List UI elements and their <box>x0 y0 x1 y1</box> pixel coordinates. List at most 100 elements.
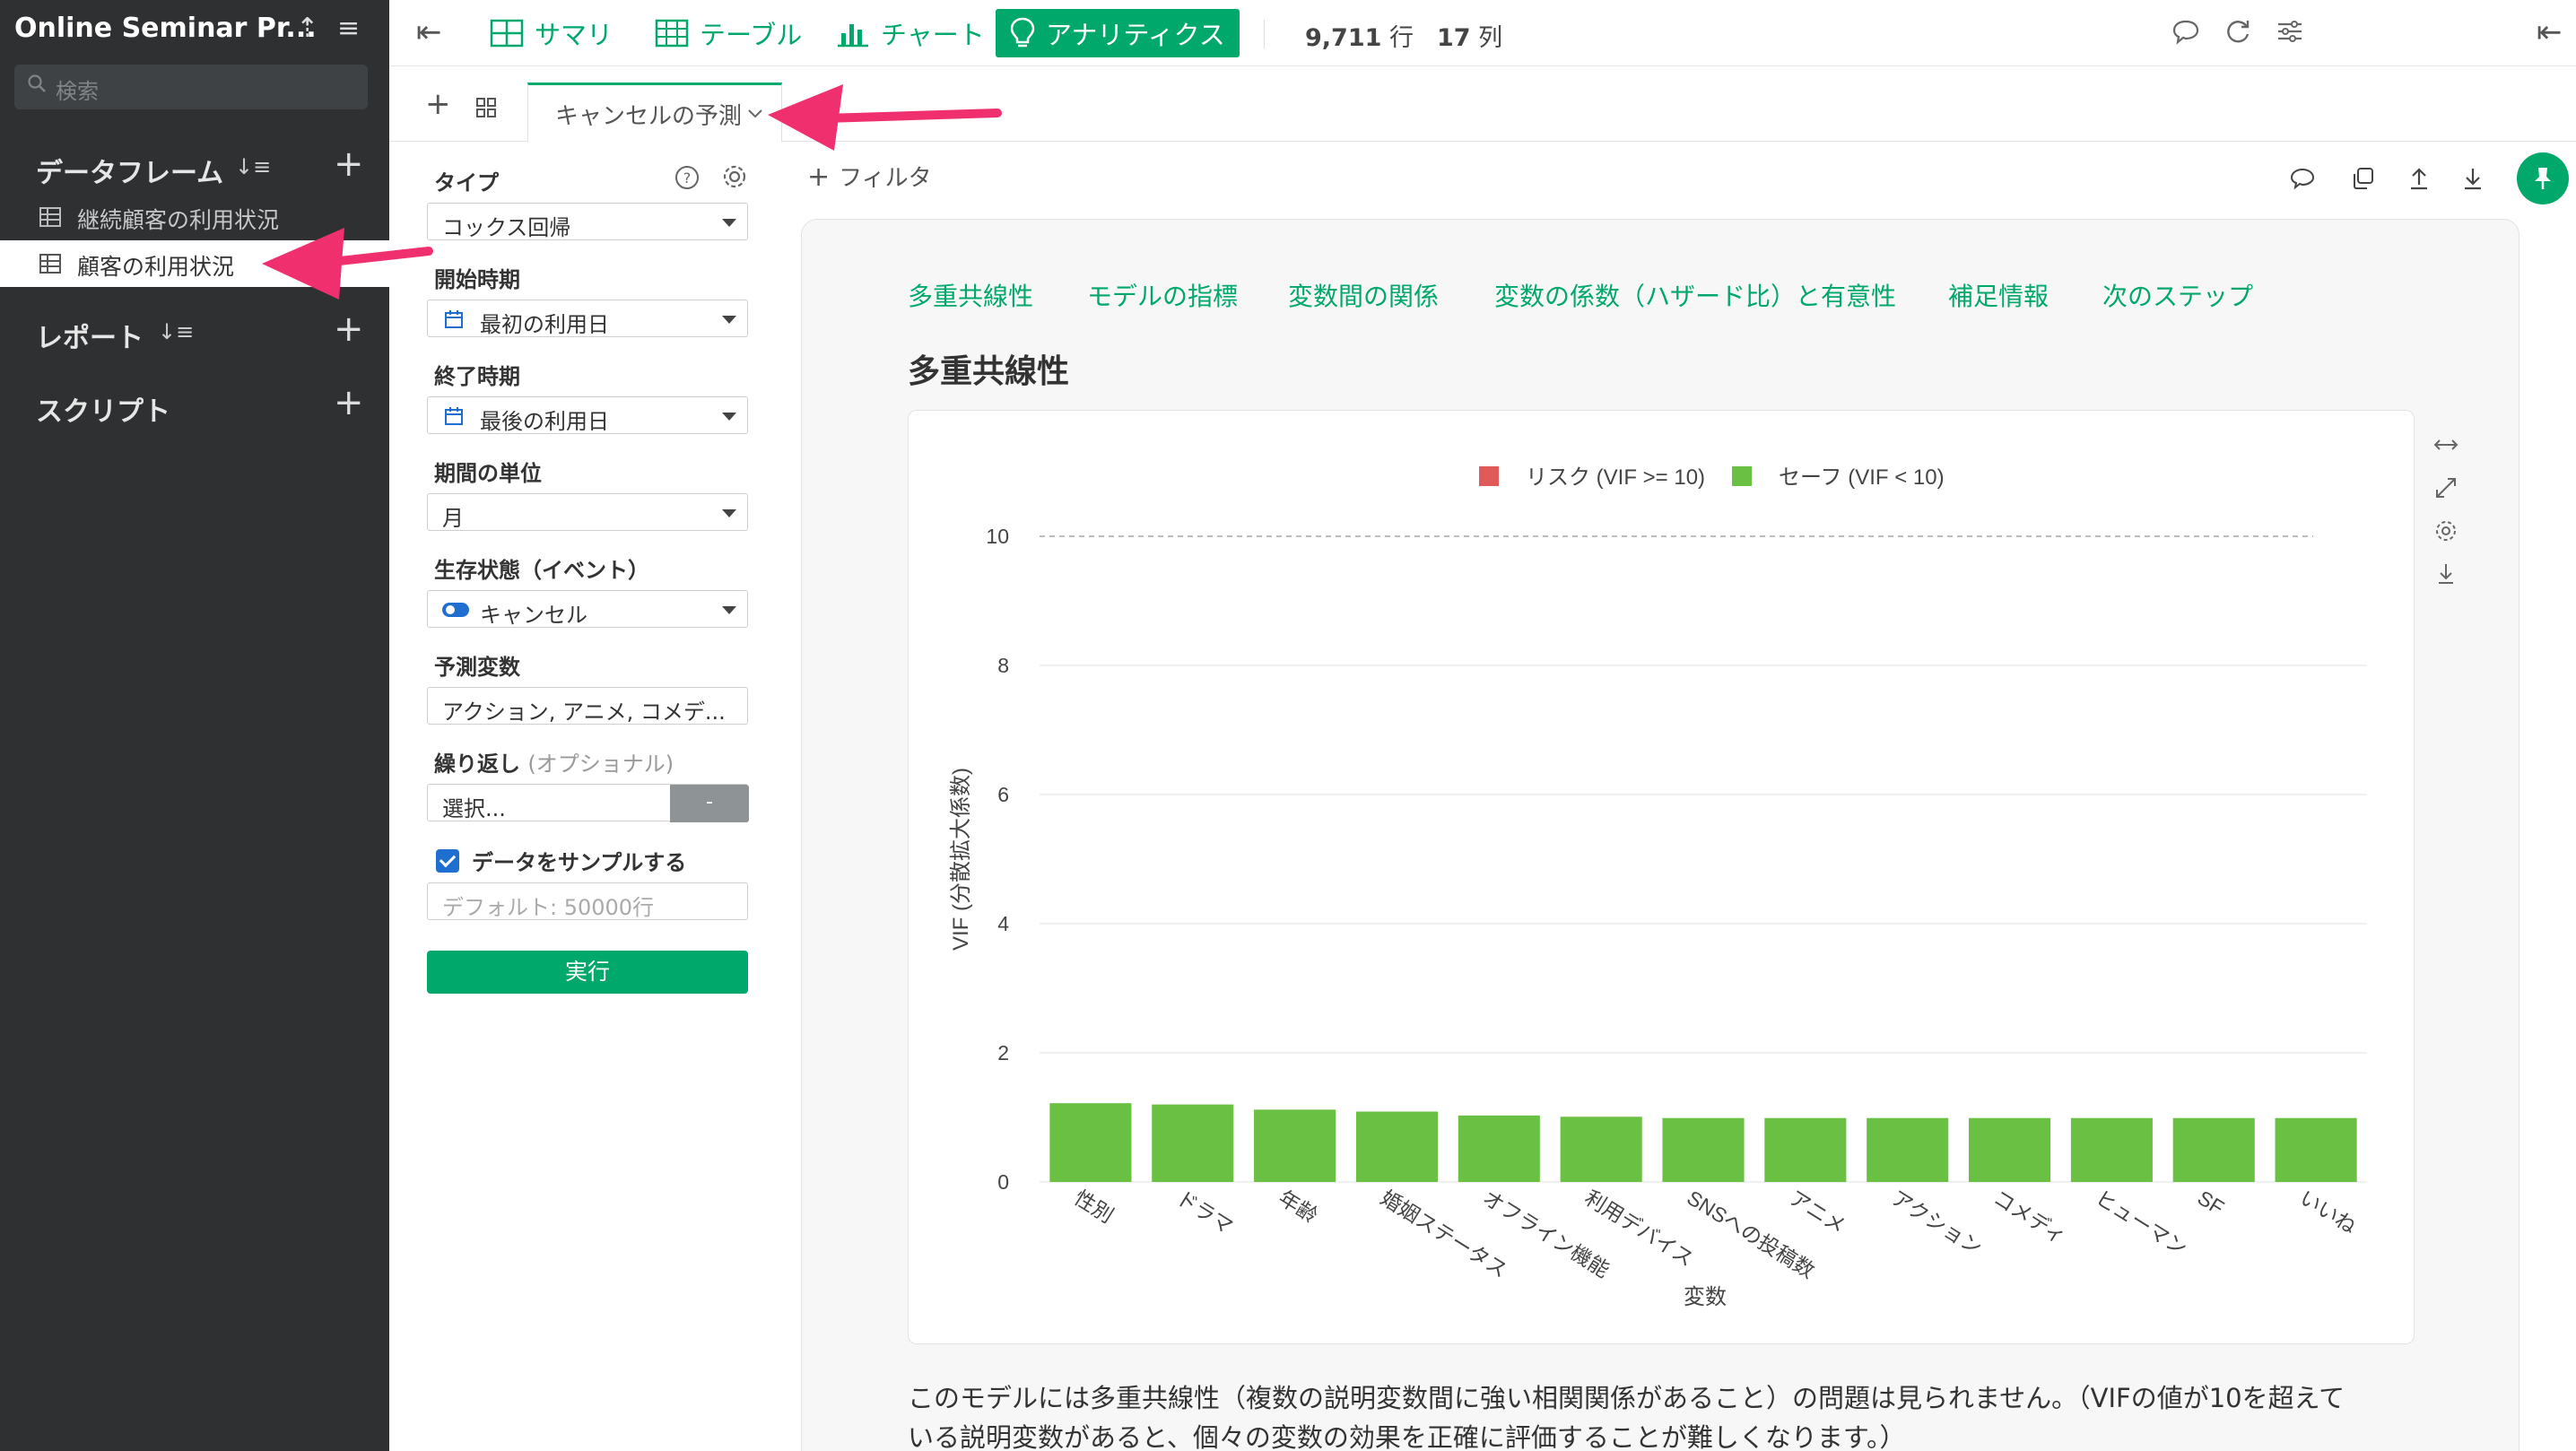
repeat-label: 繰り返し (オプショナル) <box>434 746 674 778</box>
legend-label: セーフ (VIF < 10) <box>1779 465 1945 490</box>
app-window: Online Seminar Pr... ⇡ ≡ 検索 データフレーム ↓≡ +… <box>0 0 2576 1451</box>
section-title: 多重共線性 <box>908 353 1070 390</box>
sidebar-search-input[interactable]: 検索 <box>14 65 368 109</box>
nav-supplementary[interactable]: 補足情報 <box>1948 277 2049 313</box>
start-select[interactable]: 最初の利用日 <box>427 300 748 337</box>
upload-icon[interactable]: ⇡ <box>296 13 318 44</box>
bar <box>2172 1117 2255 1182</box>
section-reports-label: レポート <box>36 323 144 354</box>
sidebar-header: Online Seminar Pr... ⇡ ≡ <box>0 0 389 59</box>
bar <box>1152 1104 1234 1182</box>
nav-variable-relationships[interactable]: 変数間の関係 <box>1288 277 1439 313</box>
gear-icon[interactable] <box>721 163 748 190</box>
sample-checkbox[interactable] <box>436 849 459 873</box>
add-dataframe-icon[interactable]: + <box>334 143 364 185</box>
plus-icon: + <box>807 161 831 193</box>
tab-summary-label: サマリ <box>535 20 614 50</box>
sort-icon[interactable]: ↓≡ <box>158 319 194 344</box>
bar <box>2070 1117 2153 1182</box>
expand-width-icon[interactable] <box>2432 431 2459 458</box>
add-report-icon[interactable]: + <box>334 308 364 350</box>
comment-icon[interactable] <box>2171 16 2201 47</box>
gear-icon[interactable] <box>2432 517 2459 544</box>
repeat-select[interactable]: 選択... - <box>427 784 749 822</box>
upload-icon[interactable] <box>2406 165 2432 192</box>
legend-swatch <box>1732 466 1752 486</box>
bar <box>1662 1117 1745 1182</box>
x-tick-label: 性別 <box>1070 1186 1118 1227</box>
toolbar-divider <box>1264 20 1265 48</box>
x-tick-label: いいね <box>2295 1186 2360 1238</box>
tab-table[interactable]: テーブル <box>640 9 816 57</box>
comment-icon[interactable] <box>2289 165 2316 192</box>
unit-select[interactable]: 月 <box>427 493 748 531</box>
section-dataframes: データフレーム ↓≡ + <box>0 142 389 192</box>
pin-button[interactable] <box>2517 152 2569 204</box>
download-icon[interactable] <box>2459 165 2486 192</box>
bar <box>1355 1111 1438 1182</box>
sort-icon[interactable]: ↓≡ <box>235 154 271 179</box>
collapse-sidebar-icon[interactable]: ⇤ <box>416 14 442 50</box>
row-count-unit: 行 <box>1389 24 1414 52</box>
menu-icon[interactable]: ≡ <box>337 13 360 44</box>
nav-model-metrics[interactable]: モデルの指標 <box>1087 277 1238 313</box>
status-select-value: キャンセル <box>480 603 587 628</box>
help-icon[interactable]: ? <box>674 165 700 190</box>
calendar-icon <box>445 310 463 328</box>
row-count-value: 9,711 <box>1305 24 1382 52</box>
tab-cancel-prediction[interactable]: キャンセルの予測 <box>527 83 782 143</box>
grid-icon[interactable] <box>475 97 497 118</box>
refresh-icon[interactable] <box>2223 16 2253 47</box>
bar <box>2275 1117 2357 1182</box>
chevron-down-icon[interactable] <box>747 109 763 119</box>
status-label: 生存状態（イベント） <box>434 558 649 583</box>
project-title[interactable]: Online Seminar Pr... <box>14 13 317 44</box>
svg-text:?: ? <box>683 169 692 187</box>
add-filter-button[interactable]: + フィルタ <box>807 160 932 193</box>
bar <box>1969 1117 2051 1182</box>
end-select-value: 最後の利用日 <box>480 409 609 434</box>
sample-label: データをサンプルする <box>472 850 687 875</box>
download-icon[interactable] <box>2432 560 2459 587</box>
tab-analytics[interactable]: アナリティクス <box>996 9 1240 57</box>
tab-summary[interactable]: サマリ <box>475 9 627 57</box>
column-count-unit: 列 <box>1478 24 1503 52</box>
type-select[interactable]: コックス回帰 <box>427 203 748 240</box>
parameter-panel: タイプ ? コックス回帰 開始時期 最初の利用日 終了時期 最後の利用日 期間の… <box>425 142 757 1451</box>
tab-analytics-label: アナリティクス <box>1046 20 1225 50</box>
x-tick-label: コメディ <box>1989 1186 2070 1248</box>
nav-coefficients[interactable]: 変数の係数（ハザード比）と有意性 <box>1494 277 1896 313</box>
sidebar-item-label: 顧客の利用状況 <box>77 254 235 280</box>
add-analytics-icon[interactable]: + <box>425 86 451 122</box>
nav-multicollinearity[interactable]: 多重共線性 <box>908 277 1033 313</box>
tab-chart[interactable]: チャート <box>822 9 999 57</box>
caret-down-icon <box>722 316 736 324</box>
y-tick-label: 2 <box>997 1041 1009 1064</box>
settings-sliders-icon[interactable] <box>2275 16 2305 47</box>
collapse-right-panel-icon[interactable]: ⇤ <box>2537 14 2563 50</box>
sidebar-item-label: 継続顧客の利用状況 <box>77 207 280 233</box>
fullscreen-icon[interactable] <box>2432 474 2459 501</box>
end-select[interactable]: 最後の利用日 <box>427 396 748 434</box>
y-tick-label: 4 <box>997 912 1009 935</box>
nav-next-steps[interactable]: 次のステップ <box>2102 277 2253 313</box>
y-tick-label: 10 <box>986 525 1009 548</box>
predictors-input[interactable]: アクション, アニメ, コメデ... <box>427 687 748 725</box>
sidebar-item-dataframe-active[interactable]: 顧客の利用状況 <box>0 240 389 287</box>
toggle-icon <box>442 603 469 617</box>
type-label: タイプ <box>434 170 499 195</box>
caret-down-icon <box>722 219 736 227</box>
sample-size-input[interactable]: デフォルト: 50000行 <box>427 882 748 920</box>
section-reports: レポート ↓≡ + <box>0 307 389 357</box>
section-scripts-label: スクリプト <box>36 396 170 428</box>
y-tick-label: 6 <box>997 783 1009 806</box>
duplicate-icon[interactable] <box>2350 165 2377 192</box>
predictors-label: 予測変数 <box>434 655 520 680</box>
sidebar-item-dataframe[interactable]: 継続顧客の利用状況 <box>0 194 389 240</box>
tab-cancel-prediction-label: キャンセルの予測 <box>555 103 743 130</box>
status-select[interactable]: キャンセル <box>427 590 748 628</box>
repeat-clear-button[interactable]: - <box>670 785 749 822</box>
x-axis-label: 変数 <box>1684 1285 1727 1309</box>
add-script-icon[interactable]: + <box>334 382 364 423</box>
run-button[interactable]: 実行 <box>427 951 748 994</box>
